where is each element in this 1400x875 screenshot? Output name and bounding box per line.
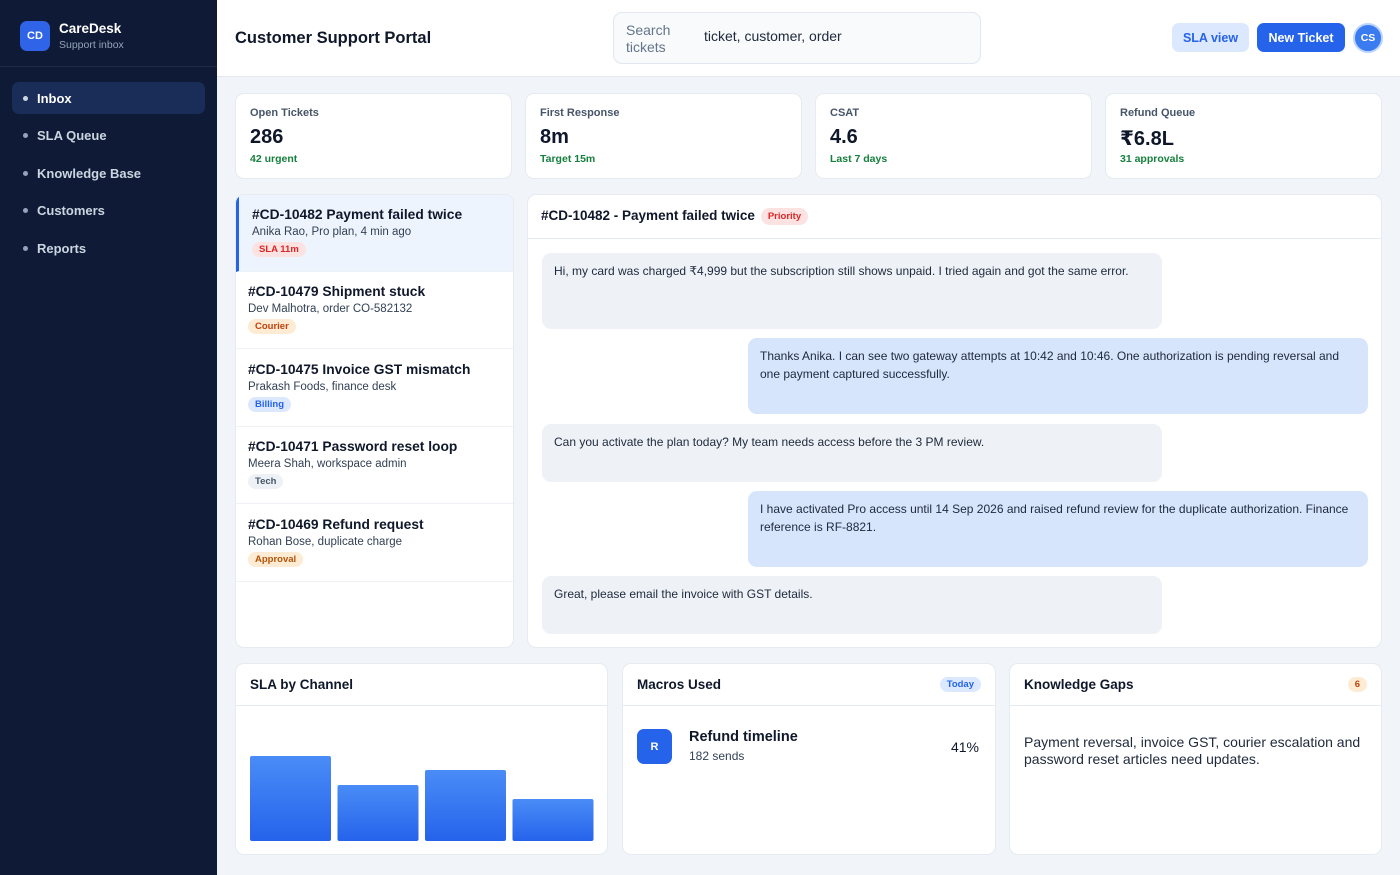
sidebar-item-label: SLA Queue bbox=[37, 128, 107, 143]
search-label: Search tickets bbox=[626, 22, 671, 55]
search-box[interactable]: Search tickets bbox=[613, 12, 981, 64]
ticket-meta: Rohan Bose, duplicate charge bbox=[248, 536, 403, 548]
message-agent: I have activated Pro access until 14 Sep… bbox=[748, 491, 1368, 567]
macro-title[interactable]: Refund timeline bbox=[689, 729, 798, 745]
sidebar-item-label: Knowledge Base bbox=[37, 165, 142, 181]
macro-percent: 41% bbox=[950, 739, 979, 755]
ticket-title: #CD-10479 Shipment stuck bbox=[248, 284, 426, 299]
sidebar-item-inbox[interactable]: Inbox bbox=[12, 82, 205, 114]
ticket-tag: Courier bbox=[248, 319, 296, 334]
sla-bar bbox=[512, 799, 594, 841]
stat-label: First Response bbox=[540, 107, 620, 119]
bullet-icon bbox=[23, 133, 28, 138]
sla-bar bbox=[250, 756, 331, 841]
ticket-title: #CD-10482 Payment failed twice bbox=[252, 207, 463, 222]
sidebar-item-sla-queue[interactable]: SLA Queue bbox=[12, 120, 205, 152]
conversation-title: #CD-10482 - Payment failed twice bbox=[541, 208, 755, 223]
bullet-icon bbox=[23, 245, 28, 251]
ticket-meta: Dev Malhotra, order CO-582132 bbox=[248, 303, 413, 315]
search-input[interactable] bbox=[704, 28, 964, 44]
ticket-title: #CD-10475 Invoice GST mismatch bbox=[248, 362, 471, 377]
stat-subtext: 42 urgent bbox=[250, 153, 298, 165]
stat-card-open-tickets: Open Tickets 286 42 urgent bbox=[235, 93, 512, 179]
bullet-icon bbox=[23, 208, 28, 213]
ticket-row[interactable]: #CD-10469 Refund request Rohan Bose, dup… bbox=[236, 505, 513, 582]
ticket-row[interactable]: #CD-10479 Shipment stuck Dev Malhotra, o… bbox=[236, 272, 513, 349]
ticket-meta: Meera Shah, workspace admin bbox=[248, 458, 407, 470]
ticket-tag: Tech bbox=[248, 474, 284, 489]
ticket-row[interactable]: #CD-10482 Payment failed twice Anika Rao… bbox=[236, 195, 513, 272]
bullet-icon bbox=[23, 170, 28, 176]
stat-value: ₹6.8L bbox=[1120, 128, 1174, 150]
panel-title: Knowledge Gaps bbox=[1010, 664, 1381, 706]
brand-name: CareDesk bbox=[59, 21, 122, 36]
stat-label: Refund Queue bbox=[1120, 107, 1196, 119]
priority-badge: Priority bbox=[760, 208, 809, 225]
sidebar-item-label: Inbox bbox=[37, 90, 72, 106]
conversation-panel: #CD-10482 - Payment failed twice Priority… bbox=[527, 194, 1382, 648]
sla-bar bbox=[337, 785, 419, 841]
gaps-count-badge: 6 bbox=[1347, 677, 1367, 692]
ticket-meta: Anika Rao, Pro plan, 4 min ago bbox=[252, 226, 412, 238]
conversation-header: #CD-10482 - Payment failed twice Priority bbox=[528, 195, 1381, 239]
stat-value: 4.6 bbox=[830, 126, 858, 148]
sla-bar-chart bbox=[250, 756, 594, 841]
sidebar-item-reports[interactable]: Reports bbox=[12, 232, 205, 264]
brand-subtitle: Support inbox bbox=[59, 39, 124, 51]
ticket-title: #CD-10471 Password reset loop bbox=[248, 439, 458, 454]
bullet-icon bbox=[23, 95, 28, 101]
brand-logo: CD bbox=[20, 21, 50, 51]
sidebar-item-label: Reports bbox=[37, 240, 87, 256]
macro-sends: 182 sends bbox=[689, 749, 745, 763]
stat-subtext: 31 approvals bbox=[1120, 153, 1185, 165]
ticket-meta: Prakash Foods, finance desk bbox=[248, 381, 397, 393]
sidebar: CD CareDesk Support inbox Inbox SLA Queu… bbox=[0, 0, 217, 875]
ticket-row[interactable]: #CD-10471 Password reset loop Meera Shah… bbox=[236, 427, 513, 504]
ticket-row[interactable]: #CD-10475 Invoice GST mismatch Prakash F… bbox=[236, 350, 513, 427]
macro-icon: R bbox=[637, 729, 672, 764]
ticket-tag: SLA 11m bbox=[252, 242, 306, 257]
stat-card-csat: CSAT 4.6 Last 7 days bbox=[815, 93, 1092, 179]
ticket-list: #CD-10482 Payment failed twice Anika Rao… bbox=[235, 194, 514, 648]
sla-by-channel-panel: SLA by Channel bbox=[235, 663, 608, 855]
stat-subtext: Last 7 days bbox=[830, 153, 888, 165]
message-customer: Great, please email the invoice with GST… bbox=[542, 576, 1162, 634]
avatar[interactable]: CS bbox=[1353, 23, 1383, 53]
stat-label: Open Tickets bbox=[250, 107, 319, 119]
knowledge-gaps-panel: Knowledge Gaps 6 Payment reversal, invoi… bbox=[1009, 663, 1382, 855]
top-bar: Customer Support Portal Search tickets S… bbox=[217, 0, 1400, 77]
today-pill: Today bbox=[939, 677, 981, 692]
ticket-title: #CD-10469 Refund request bbox=[248, 517, 424, 532]
stat-value: 286 bbox=[250, 126, 284, 148]
panel-title: SLA by Channel bbox=[236, 664, 607, 706]
brand: CD CareDesk Support inbox bbox=[0, 0, 217, 67]
sla-view-button[interactable]: SLA view bbox=[1172, 23, 1249, 52]
stat-subtext: Target 15m bbox=[540, 153, 596, 165]
ticket-tag: Billing bbox=[248, 397, 292, 412]
message-customer: Can you activate the plan today? My team… bbox=[542, 424, 1162, 482]
sidebar-nav: Inbox SLA Queue Knowledge Base Customers… bbox=[0, 67, 217, 285]
stat-value: 8m bbox=[540, 126, 569, 148]
ticket-tag: Approval bbox=[248, 552, 304, 567]
message-agent: Thanks Anika. I can see two gateway atte… bbox=[748, 338, 1368, 414]
sidebar-item-knowledge-base[interactable]: Knowledge Base bbox=[12, 157, 205, 189]
macros-used-panel: Macros Used Today R Refund timeline 182 … bbox=[622, 663, 996, 855]
sla-bar bbox=[425, 770, 506, 841]
message-customer: Hi, my card was charged ₹4,999 but the s… bbox=[542, 253, 1162, 329]
stat-card-refund-queue: Refund Queue ₹6.8L 31 approvals bbox=[1105, 93, 1382, 179]
knowledge-gaps-text: Payment reversal, invoice GST, courier e… bbox=[1024, 734, 1361, 767]
stat-label: CSAT bbox=[830, 107, 860, 119]
sidebar-item-label: Customers bbox=[37, 203, 105, 218]
stat-card-first-response: First Response 8m Target 15m bbox=[525, 93, 802, 179]
new-ticket-button[interactable]: New Ticket bbox=[1257, 23, 1345, 52]
sidebar-item-customers[interactable]: Customers bbox=[12, 195, 205, 227]
page-title: Customer Support Portal bbox=[235, 29, 432, 47]
